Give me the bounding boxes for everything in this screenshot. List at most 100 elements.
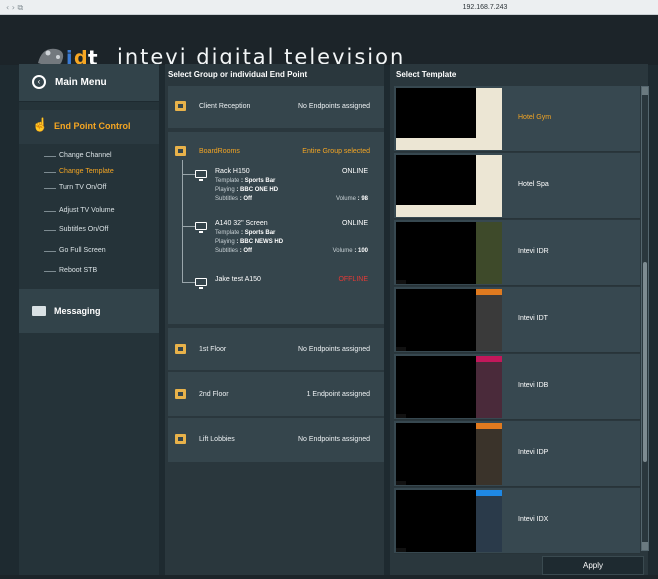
scroll-down-arrow-icon[interactable]: [642, 542, 648, 550]
sidebar-item-label: Adjust TV Volume: [59, 207, 115, 214]
template-label: Intevi IDR: [518, 248, 549, 255]
template-thumbnail: [396, 490, 502, 552]
group-name: Lift Lobbies: [199, 436, 235, 443]
endpoint-a140[interactable]: A140 32" Screen ONLINE Template : Sports…: [195, 220, 375, 264]
group-status: Entire Group selected: [302, 148, 370, 155]
message-icon: [32, 306, 46, 316]
template-intevi-idt[interactable]: Intevi IDT: [394, 287, 640, 353]
volume-label: Volume: [332, 248, 353, 254]
tree-branch: [182, 282, 196, 283]
endpoint-volume-row: Volume : 98: [336, 196, 368, 202]
thumb-ticker: [396, 414, 406, 418]
sidebar-item-label: Go Full Screen: [59, 247, 106, 254]
subtitles-value: : Off: [239, 248, 253, 254]
thumb-ticker: [396, 548, 406, 552]
template-label: Hotel Spa: [518, 181, 549, 188]
sidebar-item-change-template[interactable]: Change Template: [19, 166, 159, 180]
template-value: : Sports Bar: [241, 230, 276, 236]
back-circle-icon: ‹: [32, 75, 46, 89]
group-client-reception[interactable]: Client Reception No Endpoints assigned: [168, 86, 384, 128]
template-thumbnail: [396, 222, 502, 284]
group-2nd-floor[interactable]: 2nd Floor 1 Endpoint assigned: [168, 372, 384, 416]
messaging-item[interactable]: Messaging: [19, 289, 159, 333]
group-boardrooms[interactable]: BoardRooms Entire Group selected Rack H1…: [168, 132, 384, 324]
bottom-bar: [0, 575, 658, 579]
template-intevi-idx[interactable]: Intevi IDX: [394, 488, 640, 554]
sidebar-item-label: Change Template: [59, 168, 114, 175]
address-bar[interactable]: 192.168.7.243: [335, 2, 635, 13]
messaging-label: Messaging: [54, 306, 101, 316]
thumb-ticker: [396, 347, 406, 351]
volume-label: Volume: [335, 196, 356, 202]
thumb-side-panel: [476, 88, 502, 150]
template-hotel-spa[interactable]: Hotel Spa: [394, 153, 640, 219]
template-label: Template: [215, 178, 240, 184]
sidebar-item-change-channel[interactable]: Change Channel: [19, 150, 159, 164]
group-status: No Endpoints assigned: [298, 103, 370, 110]
endpoint-name: Rack H150: [215, 168, 250, 175]
tree-dash: [44, 211, 56, 212]
endpoint-jake-test[interactable]: Jake test A150 OFFLINE: [195, 276, 375, 290]
template-label: Hotel Gym: [518, 114, 552, 121]
scroll-up-arrow-icon[interactable]: [642, 87, 648, 95]
thumb-ticker: [396, 280, 406, 284]
endpoint-rack-h150[interactable]: Rack H150 ONLINE Template : Sports Bar P…: [195, 168, 375, 212]
template-intevi-idb[interactable]: Intevi IDB: [394, 354, 640, 420]
monitor-icon: [195, 170, 207, 181]
main-menu-button[interactable]: ‹ Main Menu: [19, 64, 159, 102]
scrollbar-thumb[interactable]: [643, 262, 647, 462]
tree-dash: [44, 156, 56, 157]
endpoint-name: Jake test A150: [215, 276, 261, 283]
hand-pointer-icon: ☝: [32, 117, 49, 132]
groups-panel-title: Select Group or individual End Point: [168, 70, 308, 79]
apply-button[interactable]: Apply: [542, 556, 644, 575]
browser-toolbar: ‹ › ⧉ 192.168.7.243: [0, 0, 658, 15]
end-point-control-item[interactable]: ☝ End Point Control: [19, 110, 159, 144]
thumb-side-panel: [476, 423, 502, 485]
volume-value: : 100: [354, 248, 368, 254]
browser-nav-icons[interactable]: ‹ › ⧉: [6, 3, 23, 13]
group-status: No Endpoints assigned: [298, 346, 370, 353]
group-status: No Endpoints assigned: [298, 436, 370, 443]
subtitles-label: Subtitles: [215, 196, 239, 202]
endpoint-playing-row: Playing : BBC ONE HD: [215, 187, 278, 193]
endpoint-playing-row: Playing : BBC NEWS HD: [215, 239, 283, 245]
endpoint-template-row: Template : Sports Bar: [215, 230, 275, 236]
subtitles-value: : Off: [239, 196, 253, 202]
playing-value: : BBC ONE HD: [236, 187, 279, 193]
thumb-ticker: [396, 205, 476, 217]
thumb-side-panel: [476, 490, 502, 552]
folder-icon: [175, 434, 186, 444]
thumb-ticker: [396, 481, 406, 485]
tree-line: [182, 160, 183, 282]
endpoint-status: OFFLINE: [338, 276, 368, 283]
volume-value: : 98: [357, 196, 368, 202]
tree-dash: [44, 188, 56, 189]
template-intevi-idr[interactable]: Intevi IDR: [394, 220, 640, 286]
thumb-side-panel: [476, 155, 502, 217]
group-name: 1st Floor: [199, 346, 227, 353]
sidebar-item-adjust-tv-volume[interactable]: Adjust TV Volume: [19, 205, 159, 219]
sidebar-item-reboot-stb[interactable]: Reboot STB: [19, 265, 159, 279]
app-header: i d t intevi digital television: [0, 15, 658, 70]
template-intevi-idp[interactable]: Intevi IDP: [394, 421, 640, 487]
template-hotel-gym[interactable]: Hotel Gym: [394, 86, 640, 152]
template-thumbnail: [396, 88, 502, 150]
group-lift-lobbies[interactable]: Lift Lobbies No Endpoints assigned: [168, 418, 384, 462]
template-label: Intevi IDB: [518, 382, 549, 389]
endpoint-status: ONLINE: [341, 168, 368, 175]
templates-scrollbar[interactable]: [641, 86, 649, 551]
template-value: : Sports Bar: [241, 178, 276, 184]
folder-icon: [175, 344, 186, 354]
group-1st-floor[interactable]: 1st Floor No Endpoints assigned: [168, 328, 384, 370]
sidebar-item-turn-tv-on-off[interactable]: Turn TV On/Off: [19, 182, 159, 196]
templates-panel-title: Select Template: [396, 70, 457, 79]
thumb-side-panel: [476, 222, 502, 284]
folder-icon: [175, 146, 186, 156]
sidebar-item-go-full-screen[interactable]: Go Full Screen: [19, 245, 159, 259]
template-thumbnail: [396, 356, 502, 418]
tree-dash: [44, 251, 56, 252]
end-point-control-label: End Point Control: [54, 121, 131, 131]
groups-panel: Select Group or individual End Point Cli…: [165, 64, 384, 579]
sidebar-item-subtitles-on-off[interactable]: Subtitles On/Off: [19, 224, 159, 238]
